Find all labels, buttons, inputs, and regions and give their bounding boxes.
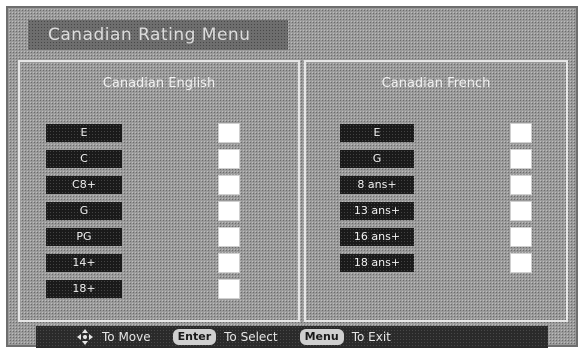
rating-label: 18+ xyxy=(46,280,122,298)
rating-label: 18 ans+ xyxy=(340,254,414,272)
rating-checkbox[interactable] xyxy=(510,201,532,221)
rating-checkbox[interactable] xyxy=(218,123,240,143)
menu-key-badge: Menu xyxy=(299,329,344,345)
rating-label: E xyxy=(340,124,414,142)
directional-pad-icon xyxy=(76,328,94,346)
rating-checkbox[interactable] xyxy=(510,149,532,169)
rating-label: 14+ xyxy=(46,254,122,272)
rating-label: 16 ans+ xyxy=(340,228,414,246)
canadian-english-heading: Canadian English xyxy=(102,76,216,91)
rating-row-french-18ans[interactable]: 18 ans+ xyxy=(306,253,566,273)
rating-row-french-16ans[interactable]: 16 ans+ xyxy=(306,227,566,247)
rating-row-french-e[interactable]: E xyxy=(306,123,566,143)
exit-instruction: To Exit xyxy=(351,330,391,344)
canadian-french-heading: Canadian French xyxy=(381,76,491,91)
rating-row-french-8ans[interactable]: 8 ans+ xyxy=(306,175,566,195)
select-instruction: To Select xyxy=(224,330,278,344)
rating-row-french-13ans[interactable]: 13 ans+ xyxy=(306,201,566,221)
rating-checkbox[interactable] xyxy=(218,253,240,273)
rating-label: C xyxy=(46,150,122,168)
rating-label: G xyxy=(46,202,122,220)
rating-row-french-g[interactable]: G xyxy=(306,149,566,169)
rating-checkbox[interactable] xyxy=(218,149,240,169)
canadian-english-panel: Canadian English E C C8+ G PG 14+ 18+ xyxy=(18,60,300,322)
rating-label: PG xyxy=(46,228,122,246)
rating-row-english-pg[interactable]: PG xyxy=(20,227,298,247)
enter-key-badge: Enter xyxy=(172,329,217,345)
rating-row-english-g[interactable]: G xyxy=(20,201,298,221)
canadian-french-panel: Canadian French E G 8 ans+ 13 ans+ 16 an… xyxy=(304,60,568,322)
rating-checkbox[interactable] xyxy=(510,175,532,195)
move-instruction: To Move xyxy=(102,330,151,344)
rating-checkbox[interactable] xyxy=(218,279,240,299)
rating-checkbox[interactable] xyxy=(510,227,532,247)
rating-checkbox[interactable] xyxy=(510,123,532,143)
rating-checkbox[interactable] xyxy=(218,175,240,195)
rating-label: 8 ans+ xyxy=(340,176,414,194)
rating-row-english-14[interactable]: 14+ xyxy=(20,253,298,273)
help-bar: To Move Enter To Select Menu To Exit xyxy=(36,326,548,348)
rating-row-english-c[interactable]: C xyxy=(20,149,298,169)
rating-row-english-18[interactable]: 18+ xyxy=(20,279,298,299)
rating-checkbox[interactable] xyxy=(218,227,240,247)
rating-label: 13 ans+ xyxy=(340,202,414,220)
rating-menu-screen: Canadian Rating Menu Canadian English E … xyxy=(6,6,578,348)
rating-label: E xyxy=(46,124,122,142)
rating-checkbox[interactable] xyxy=(510,253,532,273)
rating-label: C8+ xyxy=(46,176,122,194)
rating-row-english-e[interactable]: E xyxy=(20,123,298,143)
rating-row-english-c8[interactable]: C8+ xyxy=(20,175,298,195)
rating-label: G xyxy=(340,150,414,168)
menu-title: Canadian Rating Menu xyxy=(28,20,288,50)
rating-checkbox[interactable] xyxy=(218,201,240,221)
